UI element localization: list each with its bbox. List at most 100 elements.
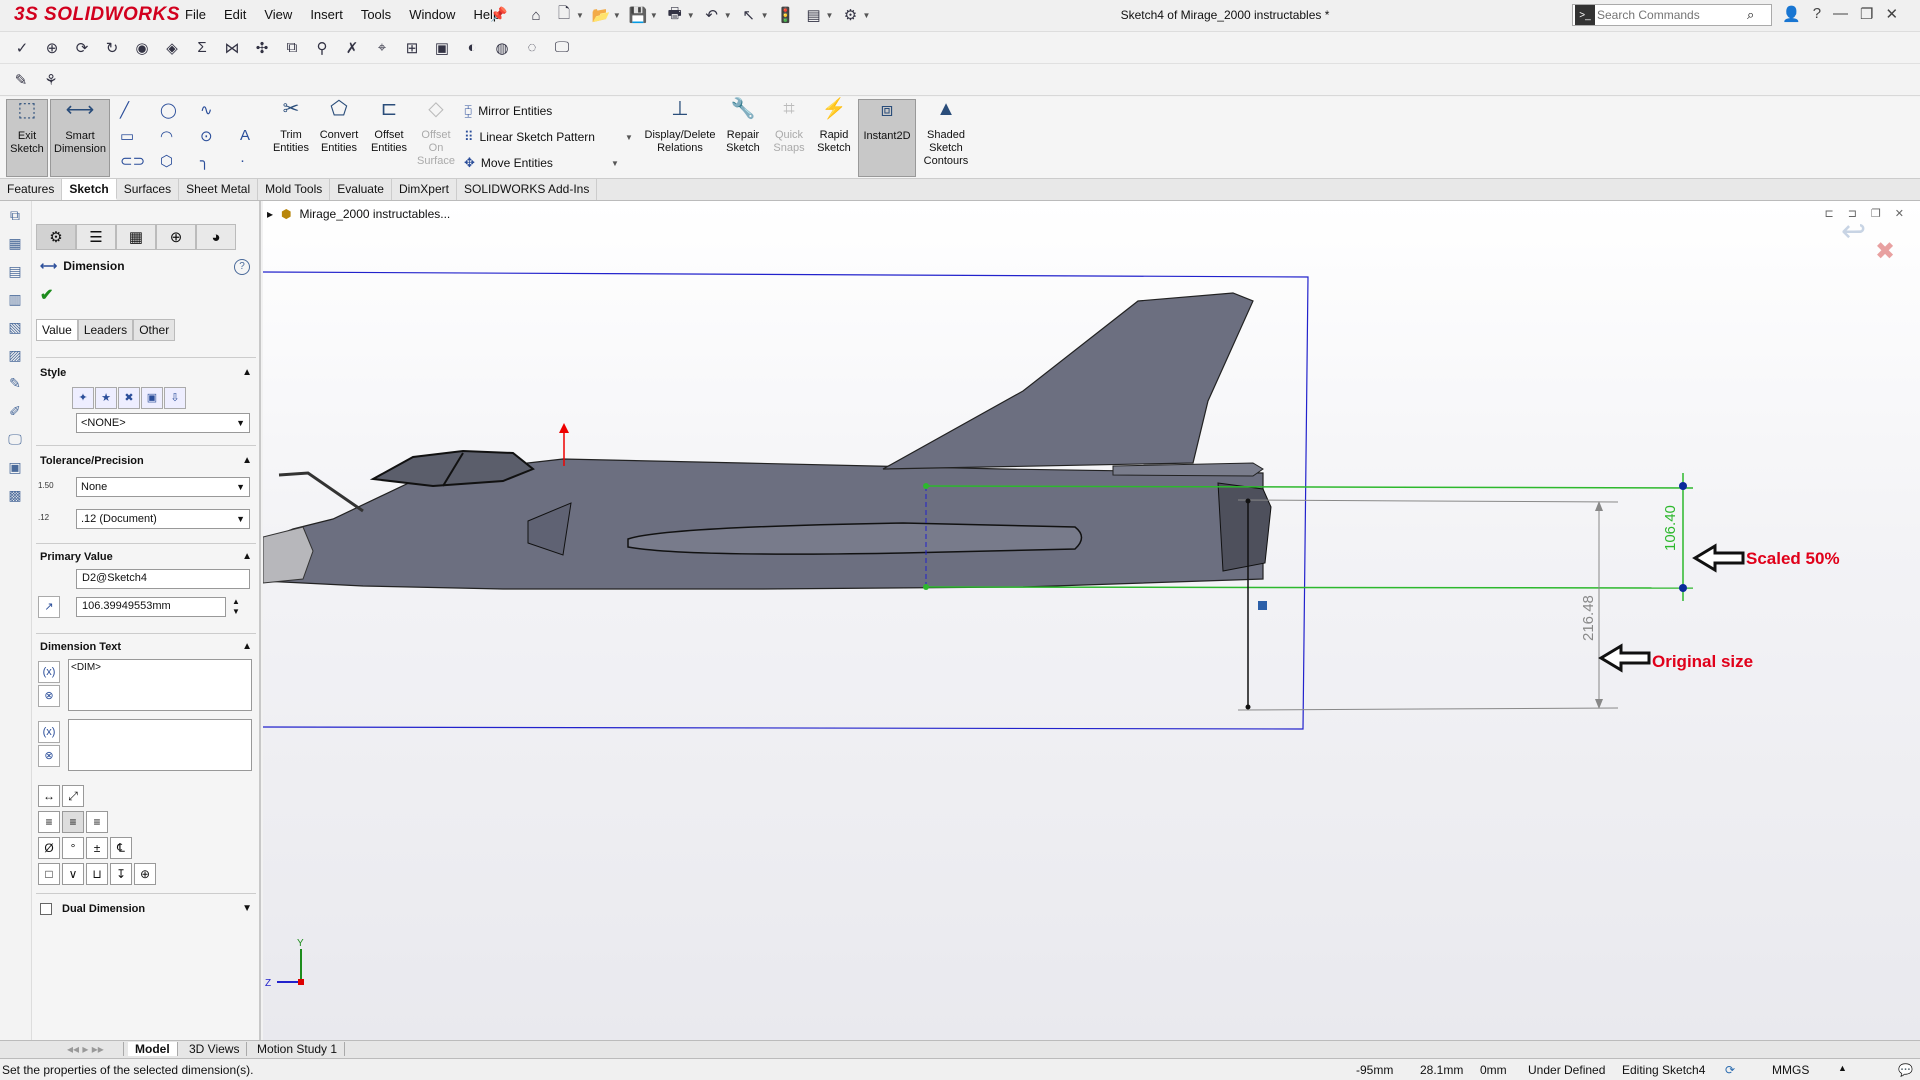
offset-on-surface-button[interactable]: ◇ Offset On Surface (414, 99, 458, 177)
menu-window[interactable]: Window (400, 7, 464, 22)
zoom-area-icon[interactable]: ⌖ (370, 36, 394, 60)
subtab-leaders[interactable]: Leaders (77, 319, 134, 341)
rebuild-icon[interactable]: ⟳ (1725, 1063, 1735, 1077)
subtab-other[interactable]: Other (133, 319, 176, 341)
dual-dimension-checkbox[interactable] (40, 903, 52, 915)
check-sketch-icon[interactable]: ⋈ (220, 36, 244, 60)
sketch-point[interactable] (1245, 498, 1251, 504)
tab-motion-study[interactable]: Motion Study 1 (250, 1042, 346, 1056)
counterbore-icon[interactable]: ⊔ (86, 863, 108, 885)
subtab-value[interactable]: Value (36, 319, 78, 341)
sketch-canvas[interactable]: 106.40 216.48 Scaled 50% Original size Y… (263, 201, 1920, 1040)
screen-icon[interactable]: 🖵 (4, 431, 26, 453)
load-style-icon[interactable]: ⇩ (164, 387, 186, 409)
save-icon[interactable]: 💾 (627, 4, 649, 26)
style-dropdown[interactable]: <NONE> ▼ (76, 413, 250, 433)
options-gear-icon[interactable]: ⚙ (839, 4, 861, 26)
centerline-icon[interactable]: ℄ (110, 837, 132, 859)
depth-icon[interactable]: ↧ (110, 863, 132, 885)
chevron-down-icon[interactable]: ▼ (687, 11, 695, 20)
menu-file[interactable]: File (176, 7, 215, 22)
scaled-dimension-text[interactable]: 106.40 (1662, 505, 1679, 551)
view-orientation-icon[interactable]: ⊞ (400, 36, 424, 60)
diameter-symbol-icon[interactable]: Ø (38, 837, 60, 859)
trim-entities-button[interactable]: ✂ Trim Entities (270, 99, 312, 177)
chevron-down-icon[interactable]: ▼ (625, 133, 633, 142)
rotate-view-icon[interactable]: ↻ (100, 36, 124, 60)
chevron-up-icon[interactable]: ▲ (242, 455, 252, 467)
chevron-down-icon[interactable]: ▼ (761, 11, 769, 20)
collapse-right-icon[interactable]: ⊐ (1848, 207, 1857, 220)
open-folder-icon[interactable]: 📂 (590, 4, 612, 26)
sketch-point[interactable] (1245, 704, 1251, 710)
help-button[interactable]: ? (234, 259, 250, 275)
ok-checkmark-button[interactable]: ✔ (40, 285, 53, 305)
point-icon[interactable]: · (240, 152, 245, 169)
tree-root-label[interactable]: Mirage_2000 instructables... (300, 207, 451, 221)
search-icon[interactable]: ⌕ (1747, 7, 1754, 23)
chevron-down-icon[interactable]: ▼ (826, 11, 834, 20)
help-icon[interactable]: ? (1813, 5, 1821, 23)
precision-dropdown[interactable]: .12 (Document) ▼ (76, 509, 250, 529)
display-style-icon[interactable]: ▣ (430, 36, 454, 60)
chevron-up-icon[interactable]: ▲ (1838, 1063, 1847, 1073)
graphics-area[interactable]: 106.40 216.48 Scaled 50% Original size Y… (263, 201, 1920, 1040)
tab-model[interactable]: Model (128, 1042, 178, 1056)
rebuild-traffic-light-icon[interactable]: 🚦 (775, 4, 797, 26)
print-icon[interactable]: 🖶 (664, 4, 686, 26)
sketch-point[interactable] (923, 483, 929, 489)
chevron-down-icon[interactable]: ▼ (611, 159, 619, 168)
inspection-icon[interactable]: (x) (38, 721, 60, 743)
chevron-up-icon[interactable]: ▲ (242, 641, 252, 653)
repair-sketch-button[interactable]: 🔧 Repair Sketch (722, 99, 764, 177)
center-dimension-icon[interactable]: ⊗ (38, 685, 60, 707)
chevron-down-icon[interactable]: ▼ (650, 11, 658, 20)
undo-icon[interactable]: ↶ (701, 4, 723, 26)
circle-icon[interactable]: ◯ (160, 101, 177, 119)
tab-surfaces[interactable]: Surfaces (117, 179, 180, 200)
menu-view[interactable]: View (255, 7, 301, 22)
sketch-point[interactable] (923, 584, 929, 590)
appearance-icon[interactable]: ◉ (130, 36, 154, 60)
user-icon[interactable]: 👤 (1782, 5, 1801, 23)
note-icon[interactable]: ✐ (4, 403, 26, 425)
chevron-down-icon[interactable]: ▼ (613, 11, 621, 20)
justify-horizontal-icon[interactable]: ↔ (38, 785, 60, 807)
delete-relation-icon[interactable]: ✗ (340, 36, 364, 60)
add-style-icon[interactable]: ★ (95, 387, 117, 409)
offset-text-icon[interactable]: ⊗ (38, 745, 60, 767)
pin-icon[interactable]: 📌 (490, 6, 507, 23)
chevron-down-icon[interactable]: ▼ (242, 903, 252, 915)
value-spinner[interactable]: ▲ ▼ (232, 597, 240, 617)
scaled-bottom-line[interactable] (925, 586, 1694, 589)
rectangle-icon[interactable]: ▭ (120, 127, 134, 145)
justify-vertical-icon[interactable]: ⤢ (62, 785, 84, 807)
tolerance-dropdown[interactable]: None ▼ (76, 477, 250, 497)
align-center-icon[interactable]: ≡ (62, 811, 84, 833)
exit-sketch-button[interactable]: ⬚ Exit Sketch (6, 99, 48, 177)
dimension-text-upper[interactable]: <DIM> (68, 659, 252, 711)
ellipse-icon[interactable]: ⊙ (200, 127, 213, 145)
save-style-icon[interactable]: ▣ (141, 387, 163, 409)
tab-evaluate[interactable]: Evaluate (330, 179, 392, 200)
collapse-left-icon[interactable]: ⊏ (1824, 207, 1833, 220)
dimension-endpoint[interactable] (1679, 584, 1687, 592)
fillet-icon[interactable]: ╮ (200, 152, 209, 170)
menu-edit[interactable]: Edit (215, 7, 255, 22)
home-icon[interactable]: ⌂ (525, 4, 547, 26)
style-section-header[interactable]: Style ▲ (40, 367, 252, 379)
square-symbol-icon[interactable]: □ (38, 863, 60, 885)
library-icon[interactable]: ▣ (4, 459, 26, 481)
config-icon[interactable]: ▤ (4, 263, 26, 285)
dimension-name-field[interactable]: D2@Sketch4 (76, 569, 250, 589)
tab-3d-views[interactable]: 3D Views (182, 1042, 248, 1056)
sketch-relation-icon[interactable]: ✎ (4, 375, 26, 397)
restore-icon[interactable]: ❐ (1860, 5, 1873, 23)
tab-features[interactable]: Features (0, 179, 63, 200)
cancel-exit-icon[interactable]: ✖ (1875, 237, 1895, 265)
original-dimension-text[interactable]: 216.48 (1580, 595, 1597, 641)
search-commands[interactable]: >_ ⌕ (1572, 4, 1772, 26)
palette-icon[interactable]: ▩ (4, 487, 26, 509)
feature-manager-tab-icon[interactable]: ☰ (76, 224, 116, 250)
display-manager-icon[interactable]: ▧ (4, 319, 26, 341)
